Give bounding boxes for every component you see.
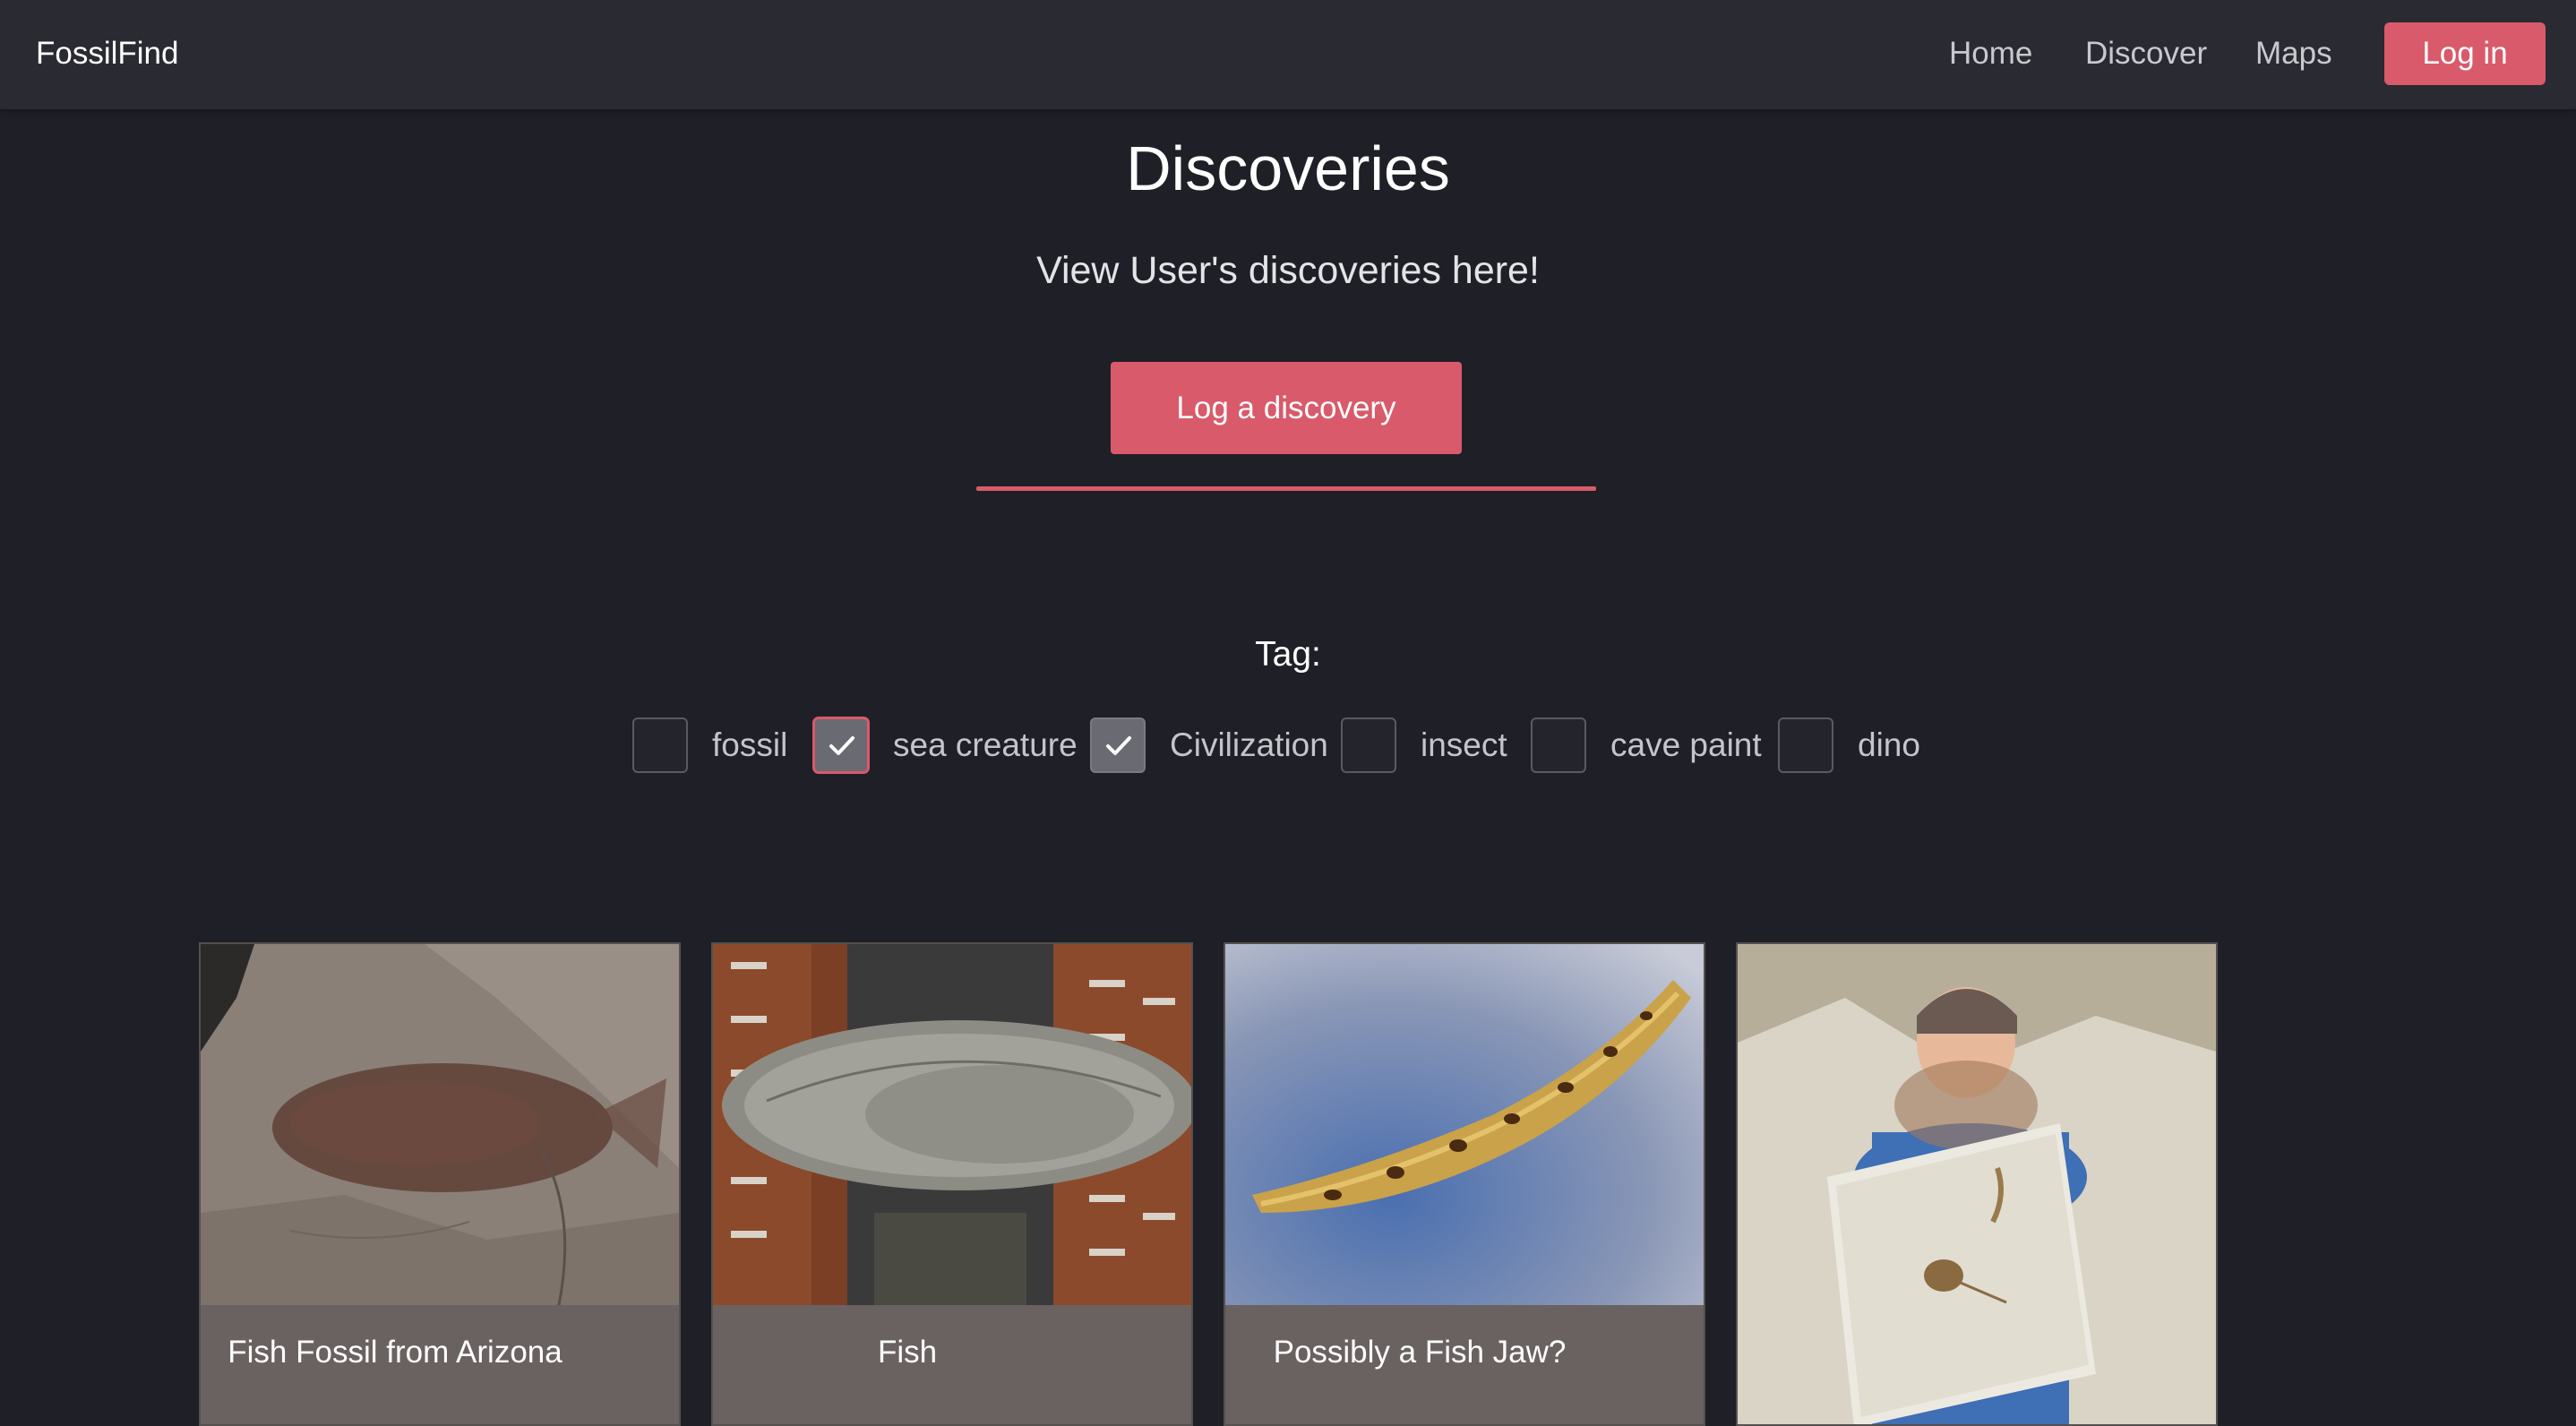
fish-jaw-image xyxy=(1225,944,1704,1305)
tag-filter: fossil sea creature Civilization insect … xyxy=(0,717,2576,773)
login-button[interactable]: Log in xyxy=(2384,22,2546,85)
card-title: Possibly a Fish Jaw? xyxy=(1273,1335,1567,1370)
discovery-card-grid: Fish Fossil from Arizona Fish Possibly a… xyxy=(0,942,2576,1426)
nav-maps-link[interactable]: Maps xyxy=(2255,32,2332,75)
woman-fossil-slab-image xyxy=(1738,944,2216,1424)
log-discovery-button[interactable]: Log a discovery xyxy=(1111,362,1462,454)
card-title: Fish Fossil from Arizona xyxy=(228,1335,562,1370)
checkmark-icon xyxy=(1106,736,1131,755)
discovery-card[interactable] xyxy=(1736,942,2218,1426)
card-image-fish xyxy=(713,944,1191,1305)
brand-logo[interactable]: FossilFind xyxy=(36,32,178,75)
tag-insect-checkbox[interactable] xyxy=(1341,717,1396,773)
fossil-rock-image xyxy=(201,944,679,1305)
card-image-fish-fossil xyxy=(201,944,679,1305)
tag-dino-checkbox[interactable] xyxy=(1778,717,1833,773)
tag-filter-label: Tag: xyxy=(1255,635,1321,674)
tag-sea-creature-label: sea creature xyxy=(893,726,1078,763)
tag-insect-label: insect xyxy=(1421,726,1507,763)
tag-civilization-label: Civilization xyxy=(1170,726,1328,763)
tag-cave-paint-label: cave paint xyxy=(1610,726,1762,763)
discovery-card[interactable]: Fish Fossil from Arizona xyxy=(199,942,681,1426)
tag-civilization-checkbox[interactable] xyxy=(1090,717,1146,773)
nav-discover-link[interactable]: Discover xyxy=(2085,32,2207,75)
tag-dino-label: dino xyxy=(1858,726,1920,763)
tag-fossil-checkbox[interactable] xyxy=(632,717,688,773)
tag-sea-creature-checkbox[interactable] xyxy=(813,717,869,773)
tag-cave-paint-checkbox[interactable] xyxy=(1531,717,1586,773)
card-image-fish-jaw xyxy=(1225,944,1704,1305)
discovery-card[interactable]: Possibly a Fish Jaw? xyxy=(1224,942,1705,1426)
discovery-card[interactable]: Fish xyxy=(711,942,1193,1426)
card-image-woman-fossil-slab xyxy=(1738,944,2216,1424)
page-subtitle: View User's discoveries here! xyxy=(1036,249,1540,292)
nav-home-link[interactable]: Home xyxy=(1949,32,2032,75)
tag-fossil-label: fossil xyxy=(712,726,788,763)
page-title: Discoveries xyxy=(1126,133,1450,203)
checkmark-icon xyxy=(829,736,854,755)
card-title: Fish xyxy=(877,1335,938,1370)
navbar: FossilFind Home Discover Maps Log in xyxy=(0,0,2576,109)
section-divider xyxy=(976,486,1596,491)
fish-slab-image xyxy=(713,944,1191,1305)
